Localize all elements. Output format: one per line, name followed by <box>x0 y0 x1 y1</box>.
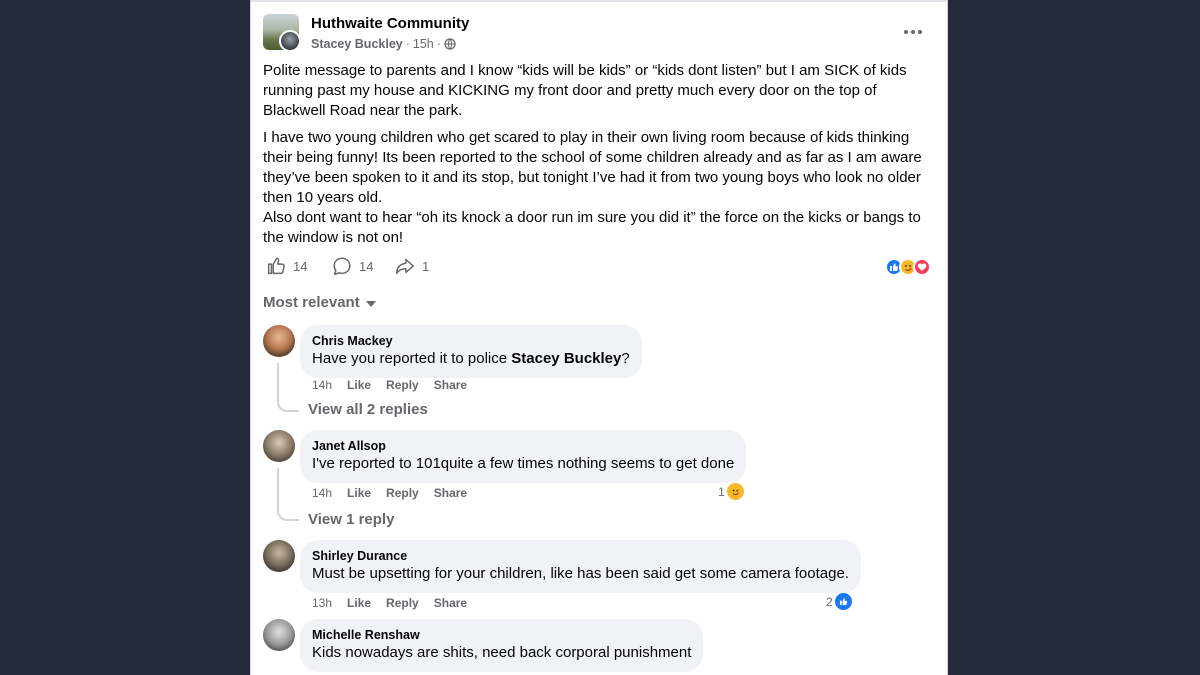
post-body: Polite message to parents and I know “ki… <box>263 61 935 248</box>
dot-icon <box>904 30 908 34</box>
comment-like-button[interactable]: Like <box>347 596 371 610</box>
top-divider <box>251 0 947 2</box>
meta-separator-2: · <box>436 37 441 51</box>
comment-meta: 13h Like Reply Share <box>312 596 467 610</box>
post-time[interactable]: 15h <box>413 37 434 51</box>
commenter-avatar[interactable] <box>263 430 295 462</box>
like-button[interactable]: 14 <box>265 255 307 277</box>
post-actions: 14 14 1 <box>263 255 935 279</box>
comment-meta: 14h Like Reply Share <box>312 486 467 500</box>
author-avatar[interactable] <box>279 30 301 52</box>
more-options-button[interactable] <box>901 22 925 42</box>
view-replies-link[interactable]: View all 2 replies <box>308 401 428 418</box>
comment-reply-button[interactable]: Reply <box>386 486 419 500</box>
share-icon <box>396 258 414 275</box>
comment-share-button[interactable]: Share <box>434 486 467 500</box>
comment-reaction-count: 1 <box>718 484 725 499</box>
post-card: Huthwaite Community Stacey Buckley · 15h… <box>250 0 948 675</box>
comment-text: I've reported to 101quite a few times no… <box>312 455 735 472</box>
comment-bubble: Shirley Durance Must be upsetting for yo… <box>300 540 861 593</box>
share-button[interactable]: 1 <box>394 255 429 277</box>
post-paragraph: I have two young children who get scared… <box>263 129 922 206</box>
post-header: Huthwaite Community Stacey Buckley · 15h… <box>263 14 935 54</box>
thread-line <box>277 468 299 521</box>
post-author[interactable]: Stacey Buckley <box>311 37 403 51</box>
comment-text: Must be upsetting for your children, lik… <box>312 565 849 582</box>
like-count: 14 <box>293 258 308 274</box>
commenter-name[interactable]: Chris Mackey <box>312 333 630 349</box>
commenter-name[interactable]: Shirley Durance <box>312 548 849 564</box>
dot-icon <box>918 30 922 34</box>
comment-reply-button[interactable]: Reply <box>386 596 419 610</box>
globe-icon <box>444 38 456 50</box>
comment-reaction-count: 2 <box>826 594 833 609</box>
group-name[interactable]: Huthwaite Community <box>311 15 469 32</box>
care-reaction-icon <box>726 483 744 500</box>
commenter-avatar[interactable] <box>263 325 295 357</box>
comment-text: Have you reported it to police Stacey Bu… <box>312 349 630 369</box>
thread-line <box>277 363 299 412</box>
comment-time[interactable]: 13h <box>312 596 332 610</box>
comment-button[interactable]: 14 <box>331 255 373 277</box>
reaction-summary[interactable] <box>885 258 931 276</box>
comment-share-button[interactable]: Share <box>434 596 467 610</box>
meta-separator: · <box>405 37 410 51</box>
mention-link[interactable]: Stacey Buckley <box>511 350 621 367</box>
comment-text-body: Have you reported it to police <box>312 350 512 367</box>
commenter-avatar[interactable] <box>263 540 295 572</box>
comment-count: 14 <box>359 258 374 274</box>
comment-like-button[interactable]: Like <box>347 486 371 500</box>
comment-reactions[interactable]: 2 <box>826 593 852 610</box>
comment-reactions[interactable]: 1 <box>718 483 744 500</box>
comment-text-end: ? <box>621 350 630 367</box>
love-reaction-icon <box>913 258 931 276</box>
post-meta: Stacey Buckley · 15h · <box>311 37 456 51</box>
comment-reply-button[interactable]: Reply <box>386 378 419 392</box>
comment-bubble: Janet Allsop I've reported to 101quite a… <box>300 430 747 483</box>
like-reaction-icon <box>834 593 852 610</box>
post-paragraph: Polite message to parents and I know “ki… <box>263 62 907 119</box>
commenter-name[interactable]: Janet Allsop <box>312 438 734 454</box>
view-replies-link[interactable]: View 1 reply <box>308 511 394 528</box>
comment-sort-dropdown[interactable]: Most relevant <box>263 294 376 311</box>
comment-icon <box>333 257 351 275</box>
comment-meta: 14h Like Reply Share <box>312 378 467 392</box>
comment-bubble: Michelle Renshaw Kids nowadays are shits… <box>300 619 704 672</box>
thumbs-up-icon <box>267 257 285 275</box>
comment-time[interactable]: 14h <box>312 378 332 392</box>
dot-icon <box>911 30 915 34</box>
comment-bubble: Chris Mackey Have you reported it to pol… <box>300 325 642 378</box>
comment-share-button[interactable]: Share <box>434 378 467 392</box>
commenter-name[interactable]: Michelle Renshaw <box>312 627 691 643</box>
commenter-avatar[interactable] <box>263 619 295 651</box>
post-paragraph: Also dont want to hear “oh its knock a d… <box>263 209 921 246</box>
share-count: 1 <box>422 258 430 274</box>
caret-down-icon <box>365 301 376 307</box>
sort-label: Most relevant <box>263 294 360 311</box>
comment-like-button[interactable]: Like <box>347 378 371 392</box>
comment-time[interactable]: 14h <box>312 486 332 500</box>
comment-text: Kids nowadays are shits, need back corpo… <box>312 644 692 661</box>
